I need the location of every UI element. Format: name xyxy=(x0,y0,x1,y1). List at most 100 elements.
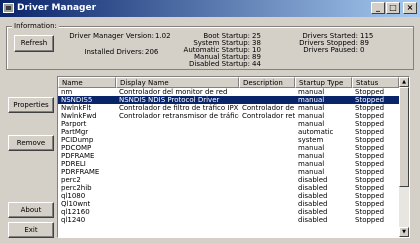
installed-value: 206 xyxy=(145,48,159,56)
maximize-icon: □ xyxy=(389,3,397,12)
cell-startup-type: manual xyxy=(298,104,325,112)
cell-description xyxy=(239,184,295,192)
cell-description xyxy=(239,152,295,160)
table-row[interactable]: PDRFRAME manual Stopped xyxy=(58,168,399,176)
cell-startup-type: manual xyxy=(298,168,325,176)
cell-startup-type: disabled xyxy=(298,192,328,200)
cell-description xyxy=(239,200,295,208)
cell-description xyxy=(239,192,295,200)
app-icon xyxy=(3,3,14,13)
cell-status: Stopped xyxy=(355,120,385,128)
cell-description xyxy=(239,88,295,96)
cell-status: Stopped xyxy=(355,160,385,168)
cell-name: perc2 xyxy=(61,176,81,184)
cell-status: Stopped xyxy=(355,200,385,208)
cell-status: Stopped xyxy=(355,152,385,160)
table-row[interactable]: Parport manual Stopped xyxy=(58,120,399,128)
cell-display-name xyxy=(116,168,239,176)
refresh-button[interactable]: Refresh xyxy=(14,35,54,52)
table-row[interactable]: ql1240 disabled Stopped xyxy=(58,216,399,224)
maximize-button[interactable]: □ xyxy=(386,2,400,14)
cell-startup-type: manual xyxy=(298,144,325,152)
cell-description xyxy=(239,160,295,168)
column-header-status[interactable]: Status xyxy=(352,77,399,88)
properties-button[interactable]: Properties xyxy=(8,97,54,113)
table-row[interactable]: PDRELI manual Stopped xyxy=(58,160,399,168)
cell-display-name xyxy=(116,160,239,168)
table-row[interactable]: PDCOMP manual Stopped xyxy=(58,144,399,152)
version-value: 1.02 xyxy=(155,32,171,40)
column-header-startup-type[interactable]: Startup Type xyxy=(295,77,352,88)
close-icon: × xyxy=(406,3,414,12)
table-row[interactable]: ql12160 disabled Stopped xyxy=(58,208,399,216)
cell-description xyxy=(239,96,295,104)
cell-startup-type: manual xyxy=(298,160,325,168)
minimize-icon: _ xyxy=(376,3,380,12)
cell-description xyxy=(239,144,295,152)
cell-startup-type: manual xyxy=(298,96,325,104)
cell-status: Stopped xyxy=(355,216,385,224)
table-row[interactable]: perc2 disabled Stopped xyxy=(58,176,399,184)
table-row[interactable]: perc2hib disabled Stopped xyxy=(58,184,399,192)
scroll-up-icon: ▲ xyxy=(402,79,406,85)
cell-description xyxy=(239,128,295,136)
table-row[interactable]: PCIDump system Stopped xyxy=(58,136,399,144)
paused-label: Drivers Paused: xyxy=(303,46,358,54)
minimize-button[interactable]: _ xyxy=(371,2,385,14)
cell-description xyxy=(239,216,295,224)
cell-display-name xyxy=(116,192,239,200)
drivers-list[interactable]: Name Display Name Description Startup Ty… xyxy=(57,76,410,238)
cell-display-name xyxy=(116,176,239,184)
table-row[interactable]: NSNDIS5 NSNDIS NDIS Protocol Driver manual… xyxy=(58,96,399,104)
close-button[interactable]: × xyxy=(403,2,417,14)
cell-display-name: Controlador de filtro de tráfico IPX xyxy=(119,104,239,112)
cell-startup-type: disabled xyxy=(298,176,328,184)
table-row[interactable]: Ql10wnt disabled Stopped xyxy=(58,200,399,208)
cell-description xyxy=(239,168,295,176)
cell-status: Stopped xyxy=(355,96,385,104)
installed-label: Installed Drivers: xyxy=(84,48,144,56)
cell-description xyxy=(239,136,295,144)
table-row[interactable]: PartMgr automatic Stopped xyxy=(58,128,399,136)
about-button[interactable]: About xyxy=(8,202,54,218)
cell-startup-type: automatic xyxy=(298,128,334,136)
table-row[interactable]: ql1080 disabled Stopped xyxy=(58,192,399,200)
cell-name: PCIDump xyxy=(61,136,94,144)
cell-description xyxy=(239,120,295,128)
cell-name: ql1080 xyxy=(61,192,86,200)
cell-display-name: Controlador del monitor de red xyxy=(119,88,228,96)
cell-name: NwlnkFlt xyxy=(61,104,92,112)
scroll-thumb[interactable] xyxy=(399,87,409,187)
cell-name: NwlnkFwd xyxy=(61,112,97,120)
vertical-scrollbar[interactable]: ▲ ▼ xyxy=(399,77,409,237)
cell-status: Stopped xyxy=(355,208,385,216)
scroll-up-button[interactable]: ▲ xyxy=(399,77,409,87)
cell-startup-type: disabled xyxy=(298,200,328,208)
table-row[interactable]: NwlnkFwd Controlador retransmisor de tráf… xyxy=(58,112,399,120)
cell-display-name xyxy=(116,144,239,152)
information-label: Information: xyxy=(12,22,59,31)
column-header-name[interactable]: Name xyxy=(58,77,116,88)
table-row[interactable]: PDFRAME manual Stopped xyxy=(58,152,399,160)
cell-name: PDRELI xyxy=(61,160,86,168)
scroll-down-button[interactable]: ▼ xyxy=(399,227,409,237)
cell-display-name xyxy=(116,184,239,192)
cell-status: Stopped xyxy=(355,168,385,176)
cell-name: PDFRAME xyxy=(61,152,95,160)
disabled-label: Disabled Startup: xyxy=(189,60,250,68)
cell-status: Stopped xyxy=(355,88,385,96)
cell-name: PDCOMP xyxy=(61,144,92,152)
cell-startup-type: system xyxy=(298,136,324,144)
column-header-description[interactable]: Description xyxy=(239,77,295,88)
cell-name: Parport xyxy=(61,120,87,128)
cell-status: Stopped xyxy=(355,136,385,144)
table-row[interactable]: nm Controlador del monitor de red manual St… xyxy=(58,88,399,96)
remove-button[interactable]: Remove xyxy=(8,135,54,151)
cell-display-name: Controlador retransmisor de tráfico IPX xyxy=(119,112,239,120)
exit-button[interactable]: Exit xyxy=(8,222,54,238)
cell-display-name xyxy=(116,152,239,160)
cell-name: PartMgr xyxy=(61,128,89,136)
column-header-display-name[interactable]: Display Name xyxy=(116,77,239,88)
version-label: Driver Manager Version: xyxy=(69,32,154,40)
table-row[interactable]: NwlnkFlt Controlador de filtro de tráfico… xyxy=(58,104,399,112)
